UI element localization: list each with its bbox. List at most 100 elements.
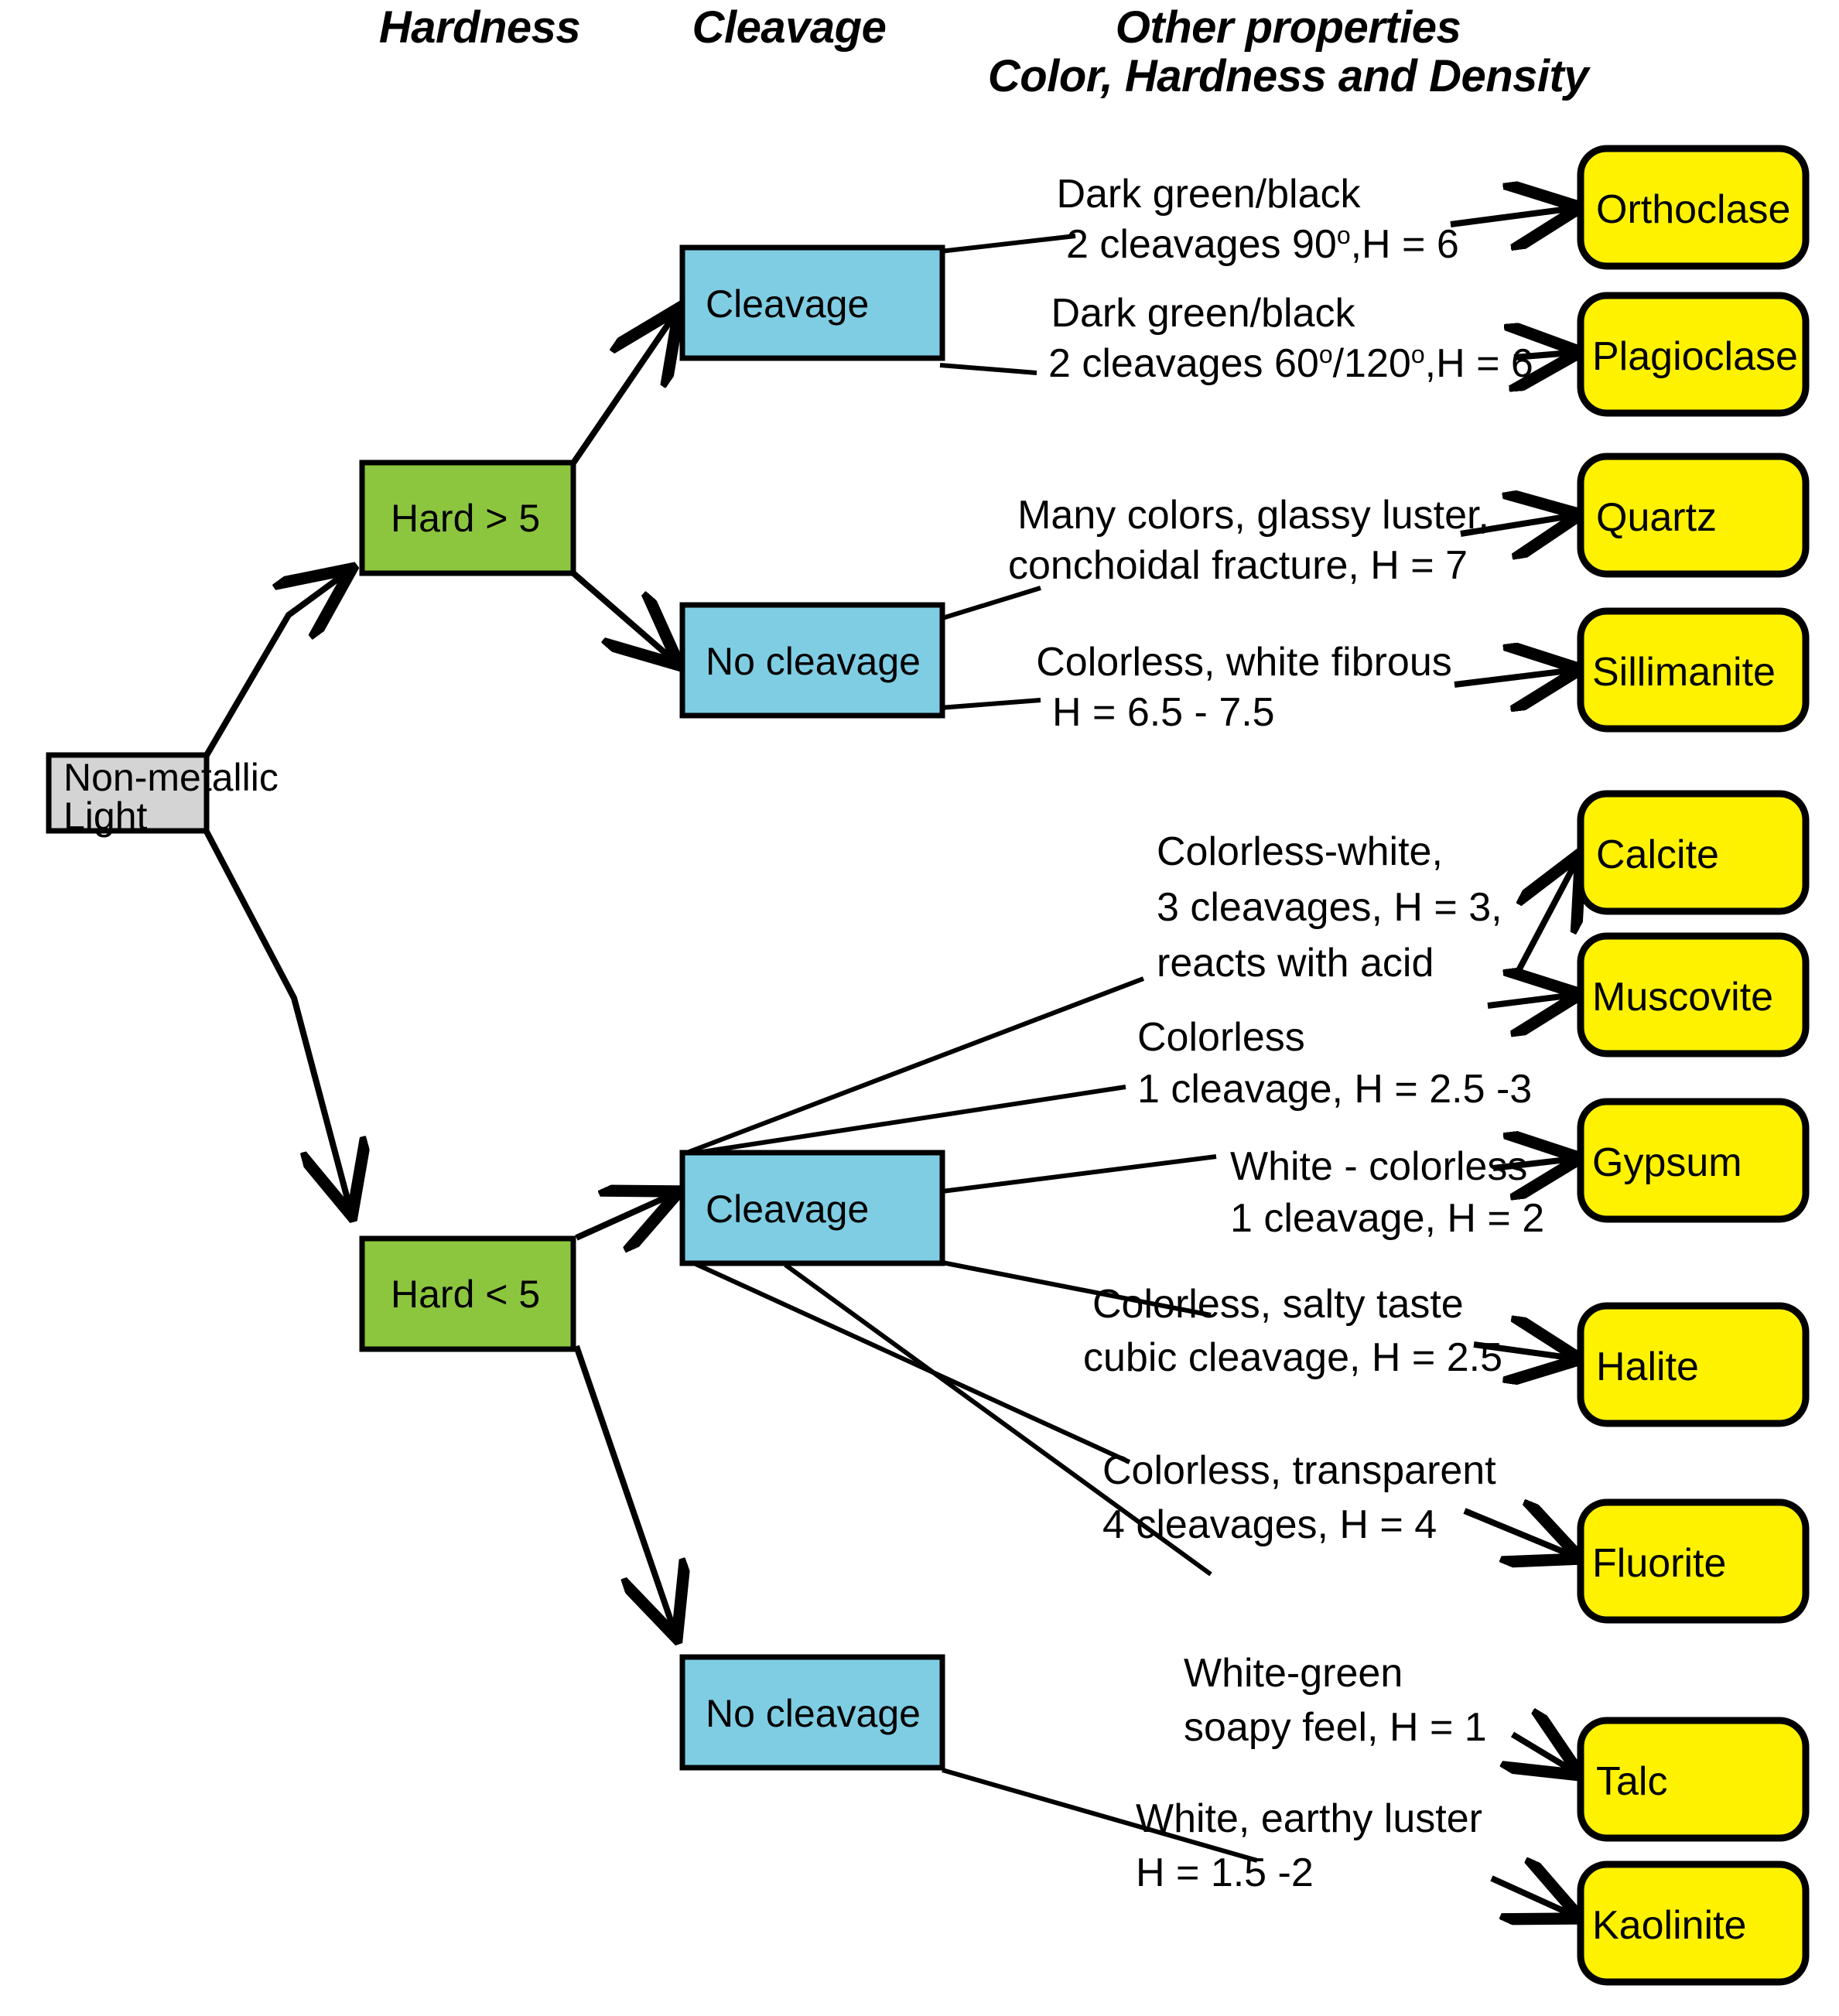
property-plagioclase-line2-mid: /120 (1333, 341, 1411, 386)
property-gypsum-line2: 1 cleavage, H = 2 (1230, 1196, 1544, 1241)
property-text-kaolinite: White, earthy luster H = 1.5 -2 (1136, 1796, 1482, 1895)
degree-symbol-icon-1: o (1319, 340, 1333, 368)
property-talc-line1: White-green (1184, 1651, 1403, 1696)
column-header-cleavage: Cleavage (692, 2, 887, 53)
leader-nocleavagetop-to-quartz (939, 586, 1041, 621)
property-text-muscovite: Colorless 1 cleavage, H = 2.5 -3 (1137, 1015, 1532, 1112)
mineral-calcite[interactable]: Calcite (1577, 790, 1810, 915)
node-hard-greater-than-5[interactable]: Hard > 5 (359, 460, 576, 576)
mineral-plagioclase-label: Plagioclase (1592, 334, 1798, 379)
node-no-cleavage-bottom[interactable]: No cleavage (679, 1654, 945, 1771)
mineral-plagioclase[interactable]: Plagioclase (1577, 292, 1810, 417)
mineral-orthoclase[interactable]: Orthoclase (1577, 145, 1810, 270)
property-plagioclase-line2-b: ,H = 6 (1425, 341, 1533, 386)
mineral-sillimanite[interactable]: Sillimanite (1577, 607, 1810, 733)
column-header-other-properties-subtitle: Color, Hardness and Density (988, 51, 1591, 101)
node-hard-less-than-5[interactable]: Hard < 5 (359, 1235, 576, 1352)
node-hard-less-than-5-label: Hard < 5 (391, 1273, 540, 1316)
node-no-cleavage-bottom-label: No cleavage (706, 1692, 921, 1735)
property-text-quartz: Many colors, glassy luster, conchoidal f… (1008, 493, 1489, 588)
leader-nocleavagetop-to-sillimanite (939, 698, 1041, 710)
node-non-metallic-light-label-line1: Non-metallic (63, 756, 279, 799)
property-calcite-line3: reacts with acid (1157, 941, 1434, 986)
property-kaolinite-line1: White, earthy luster (1136, 1796, 1482, 1841)
column-header-other-properties: Other properties (1116, 2, 1461, 53)
node-cleavage-top-label: Cleavage (706, 282, 869, 326)
leader-cleavagebottom-to-gypsum (942, 1154, 1217, 1194)
degree-symbol-icon: o (1337, 221, 1351, 249)
property-fluorite-line2: 4 cleavages, H = 4 (1102, 1502, 1437, 1547)
leader-cleavagebottom-to-fluorite (691, 1260, 1131, 1464)
leader-cleavagebottom-to-calcite (685, 976, 1145, 1155)
leader-cleavagebottom-to-muscovite (686, 1085, 1126, 1157)
mineral-fluorite[interactable]: Fluorite (1577, 1498, 1810, 1624)
property-plagioclase-line2: 2 cleavages 60o/120o,H = 6 (1048, 340, 1533, 386)
flowchart-canvas: Hardness Cleavage Other properties Color… (46, 2, 1810, 1986)
property-orthoclase-line2: 2 cleavages 90o,H = 6 (1066, 221, 1459, 267)
property-text-sillimanite: Colorless, white fibrous H = 6.5 - 7.5 (1036, 640, 1452, 735)
mineral-gypsum[interactable]: Gypsum (1577, 1098, 1810, 1223)
arrow-to-calcite (1513, 853, 1581, 976)
mineral-quartz-label: Quartz (1596, 495, 1717, 540)
property-calcite-line2: 3 cleavages, H = 3, (1157, 885, 1502, 930)
property-plagioclase-line2-a: 2 cleavages 60 (1048, 341, 1319, 386)
property-kaolinite-line2: H = 1.5 -2 (1136, 1850, 1314, 1895)
leader-cleavagetop-to-plagioclase (939, 363, 1037, 375)
mineral-muscovite[interactable]: Muscovite (1577, 932, 1810, 1058)
property-calcite-line1: Colorless-white, (1157, 829, 1443, 874)
arrow-to-sillimanite (1454, 669, 1581, 685)
mineral-kaolinite[interactable]: Kaolinite (1577, 1861, 1810, 1986)
node-cleavage-top[interactable]: Cleavage (679, 244, 945, 361)
mineral-halite[interactable]: Halite (1577, 1302, 1810, 1427)
arrow-to-muscovite (1487, 994, 1581, 1006)
connector-hardlt5-to-nocleavage-bottom (573, 1345, 677, 1638)
property-text-calcite: Colorless-white, 3 cleavages, H = 3, rea… (1157, 829, 1502, 986)
node-no-cleavage-top-label: No cleavage (706, 640, 921, 683)
property-text-halite: Colorless, salty taste cubic cleavage, H… (1083, 1282, 1502, 1380)
mineral-gypsum-label: Gypsum (1592, 1140, 1742, 1185)
mineral-talc-label: Talc (1596, 1759, 1667, 1804)
connector-root-to-hard-gt5 (203, 569, 352, 759)
property-halite-line1: Colorless, salty taste (1092, 1282, 1464, 1327)
mineral-talc[interactable]: Talc (1577, 1717, 1810, 1842)
node-no-cleavage-top[interactable]: No cleavage (679, 602, 945, 719)
mineral-fluorite-label: Fluorite (1592, 1541, 1726, 1586)
mineral-kaolinite-label: Kaolinite (1592, 1903, 1746, 1948)
leader-cleavagetop-to-orthoclase (939, 234, 1076, 254)
connector-root-to-hard-lt5 (203, 829, 352, 1216)
node-hard-greater-than-5-label: Hard > 5 (391, 497, 540, 540)
property-quartz-line2: conchoidal fracture, H = 7 (1008, 543, 1468, 588)
connector-hardlt5-to-cleavage-bottom (575, 1191, 679, 1238)
property-orthoclase-line1: Dark green/black (1056, 172, 1361, 217)
arrow-to-fluorite (1463, 1511, 1581, 1559)
mineral-muscovite-label: Muscovite (1592, 975, 1773, 1020)
property-text-talc: White-green soapy feel, H = 1 (1184, 1651, 1487, 1750)
mineral-orthoclase-label: Orthoclase (1596, 187, 1790, 232)
property-text-gypsum: White - colorless 1 cleavage, H = 2 (1230, 1144, 1544, 1241)
node-cleavage-bottom[interactable]: Cleavage (679, 1150, 945, 1266)
arrow-to-talc (1513, 1734, 1581, 1775)
property-orthoclase-line2-a: 2 cleavages 90 (1066, 222, 1337, 267)
property-muscovite-line2: 1 cleavage, H = 2.5 -3 (1137, 1067, 1532, 1112)
property-fluorite-line1: Colorless, transparent (1102, 1448, 1496, 1493)
arrow-to-orthoclase (1450, 207, 1581, 224)
node-non-metallic-light[interactable]: Non-metallic Light (46, 752, 279, 838)
degree-symbol-icon-2: o (1411, 340, 1425, 368)
property-text-orthoclase: Dark green/black 2 cleavages 90o,H = 6 (1056, 172, 1458, 267)
mineral-halite-label: Halite (1596, 1345, 1699, 1389)
property-gypsum-line1: White - colorless (1230, 1144, 1527, 1189)
node-cleavage-bottom-label: Cleavage (706, 1187, 869, 1231)
column-header-hardness: Hardness (379, 2, 580, 53)
node-non-metallic-light-label-line2: Light (63, 794, 148, 838)
property-muscovite-line1: Colorless (1137, 1015, 1305, 1060)
property-sillimanite-line1: Colorless, white fibrous (1036, 640, 1452, 685)
property-text-plagioclase: Dark green/black 2 cleavages 60o/120o,H … (1048, 291, 1533, 386)
property-sillimanite-line2: H = 6.5 - 7.5 (1052, 690, 1275, 735)
mineral-sillimanite-label: Sillimanite (1592, 650, 1776, 695)
connector-hardgt5-to-nocleavage-top (570, 569, 679, 665)
connector-hardgt5-to-cleavage-top (569, 308, 679, 466)
mineral-quartz[interactable]: Quartz (1577, 453, 1810, 578)
property-orthoclase-line2-b: ,H = 6 (1351, 222, 1459, 267)
property-halite-line2: cubic cleavage, H = 2.5 (1083, 1335, 1502, 1380)
property-talc-line2: soapy feel, H = 1 (1184, 1705, 1487, 1750)
